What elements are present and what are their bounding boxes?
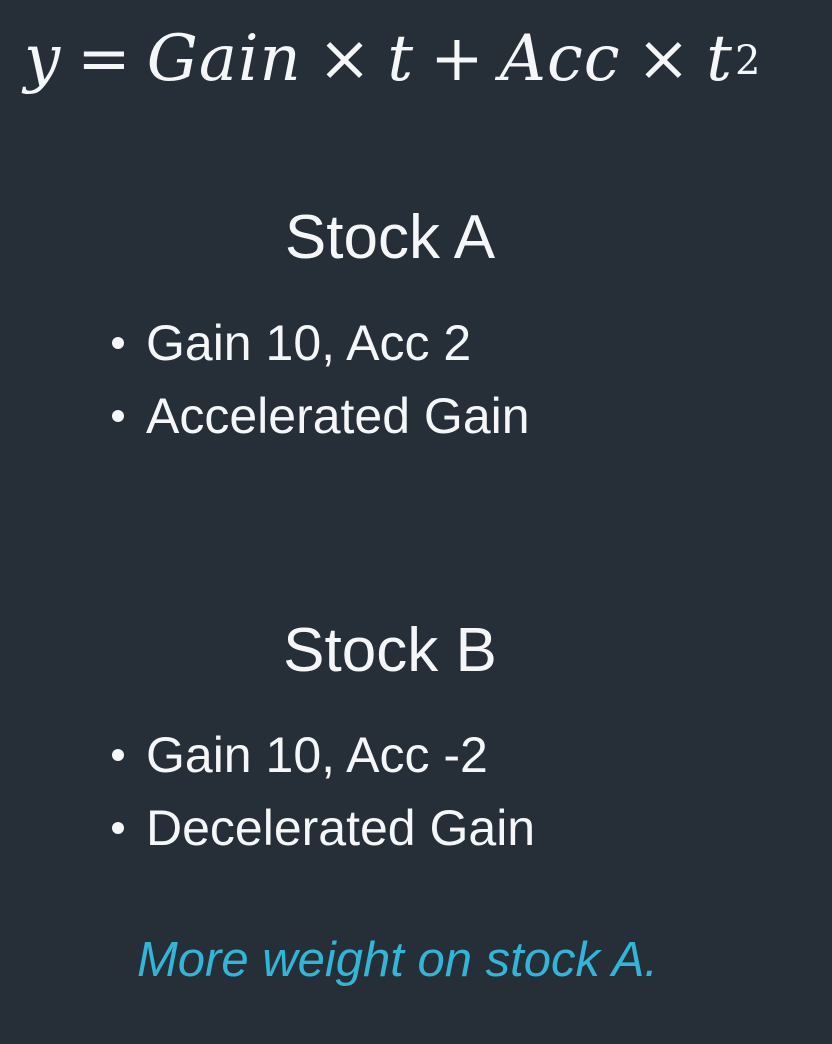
stock-b-bullet-text: Gain 10, Acc -2 — [146, 726, 488, 783]
stock-a-title: Stock A — [284, 203, 496, 272]
formula-y: y — [24, 22, 62, 96]
stock-a-bullets: Gain 10, Acc 2 Accelerated Gain — [112, 306, 530, 452]
formula-exponent: 2 — [734, 38, 761, 84]
slide: y = Gain × t + Acc × t2 Stock A Gain 10,… — [0, 0, 832, 1044]
formula: y = Gain × t + Acc × t2 — [24, 14, 760, 104]
bullet-icon — [112, 748, 124, 761]
stock-b-title: Stock B — [283, 616, 497, 685]
list-item: Accelerated Gain — [112, 379, 530, 452]
formula-times-2: × — [636, 22, 691, 96]
formula-times-1: × — [317, 22, 372, 96]
stock-a-bullet-text: Gain 10, Acc 2 — [146, 314, 472, 371]
formula-gain: Gain — [146, 22, 302, 96]
stock-b-bullet-text: Decelerated Gain — [146, 799, 536, 856]
bullet-icon — [112, 409, 124, 422]
formula-t-1: t — [387, 22, 415, 96]
formula-equals: = — [77, 22, 131, 96]
formula-t-2: t — [706, 22, 733, 96]
conclusion-note: More weight on stock A. — [136, 933, 659, 987]
bullet-icon — [112, 336, 124, 349]
list-item: Gain 10, Acc -2 — [112, 718, 535, 791]
list-item: Gain 10, Acc 2 — [112, 306, 530, 379]
stock-a-bullet-text: Accelerated Gain — [146, 387, 530, 444]
formula-acc: Acc — [499, 22, 621, 96]
formula-plus: + — [430, 22, 484, 96]
bullet-icon — [112, 821, 124, 834]
stock-b-bullets: Gain 10, Acc -2 Decelerated Gain — [112, 718, 535, 864]
list-item: Decelerated Gain — [112, 791, 535, 864]
